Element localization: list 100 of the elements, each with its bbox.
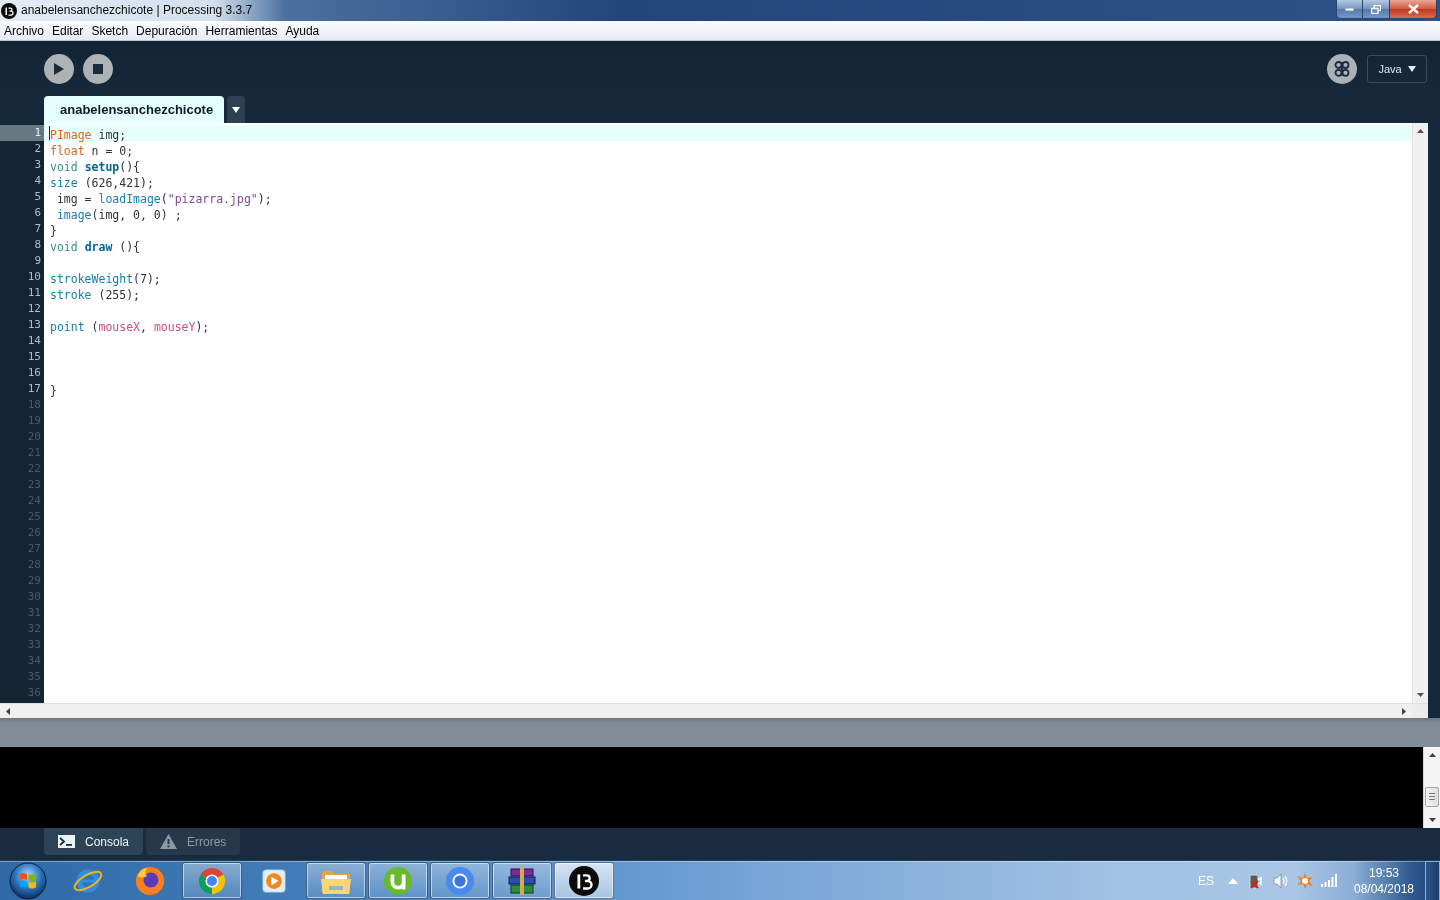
text-cursor-icon bbox=[49, 126, 50, 140]
scrollbar-corner bbox=[1412, 703, 1428, 718]
vertical-scrollbar[interactable] bbox=[1412, 123, 1428, 703]
clock-date: 08/04/2018 bbox=[1353, 881, 1415, 896]
sketch-tab[interactable]: anabelensanchezchicote bbox=[44, 96, 224, 123]
terminal-icon bbox=[58, 835, 75, 848]
line-number: 3 bbox=[33, 157, 42, 173]
show-desktop-button[interactable] bbox=[1425, 860, 1440, 900]
line-number: 36 bbox=[26, 685, 42, 701]
line-number: 26 bbox=[26, 525, 42, 541]
ring-circle-icon bbox=[445, 865, 475, 896]
line-number: 5 bbox=[33, 189, 42, 205]
arrow-up-icon[interactable] bbox=[1428, 753, 1436, 757]
code-line: image(img, 0, 0) ; bbox=[55, 207, 182, 223]
round-emblem-icon bbox=[569, 865, 599, 896]
line-number: 13 bbox=[26, 317, 42, 333]
line-number: 15 bbox=[26, 349, 42, 365]
line-number: 14 bbox=[26, 333, 42, 349]
line-number: 24 bbox=[26, 493, 42, 509]
line-number: 8 bbox=[33, 237, 42, 253]
line-number: 29 bbox=[26, 573, 42, 589]
code-line: void setup(){ bbox=[50, 159, 141, 175]
taskbar-button[interactable] bbox=[368, 862, 428, 899]
menu-item[interactable]: Herramientas bbox=[201, 21, 282, 40]
line-number: 30 bbox=[26, 589, 42, 605]
round-emblem-icon bbox=[1, 2, 17, 19]
menu-item[interactable]: Archivo bbox=[0, 21, 48, 40]
clock-time: 19:53 bbox=[1369, 865, 1399, 880]
menu-item[interactable]: Ayuda bbox=[281, 21, 324, 40]
line-number: 34 bbox=[26, 653, 42, 669]
tab-menu-button[interactable] bbox=[227, 96, 245, 123]
taskbar-button[interactable] bbox=[554, 862, 614, 899]
line-number: 9 bbox=[33, 253, 42, 269]
line-number: 23 bbox=[26, 477, 42, 493]
line-number: 18 bbox=[26, 397, 42, 413]
line-number: 7 bbox=[33, 221, 42, 237]
mode-selector[interactable]: Java bbox=[1367, 54, 1427, 83]
restore-icon bbox=[1371, 4, 1381, 14]
start-orb-icon bbox=[9, 861, 47, 900]
line-number: 33 bbox=[26, 637, 42, 653]
line-number: 22 bbox=[26, 461, 42, 477]
window-title: anabelensanchezchicote | Processing 3.3.7 bbox=[21, 2, 253, 19]
caret-down-icon bbox=[232, 106, 240, 113]
butterfly-icon bbox=[1334, 60, 1350, 77]
line-number: 27 bbox=[26, 541, 42, 557]
line-number: 10 bbox=[26, 269, 42, 285]
flame-globe-icon bbox=[135, 865, 165, 896]
stop-icon bbox=[93, 63, 103, 74]
line-number: 17 bbox=[26, 381, 42, 397]
taskbar-button[interactable] bbox=[306, 862, 366, 899]
arrow-down-icon[interactable] bbox=[1417, 693, 1424, 697]
line-number: 2 bbox=[33, 141, 42, 157]
horizontal-scrollbar[interactable] bbox=[0, 703, 1412, 718]
play-tile-icon bbox=[260, 866, 288, 895]
line-number: 4 bbox=[33, 173, 42, 189]
line-number: 35 bbox=[26, 669, 42, 685]
menu-item[interactable]: Depuración bbox=[132, 21, 202, 40]
line-number: 28 bbox=[26, 557, 42, 573]
code-line: } bbox=[50, 383, 57, 399]
run-button[interactable] bbox=[44, 53, 74, 84]
arrow-up-icon[interactable] bbox=[1417, 129, 1424, 133]
line-number: 11 bbox=[26, 285, 42, 301]
arrow-down-icon[interactable] bbox=[1428, 818, 1436, 822]
debug-button[interactable] bbox=[1327, 53, 1357, 84]
code-line: stroke (255); bbox=[50, 287, 140, 303]
vertical-scrollbar[interactable] bbox=[1423, 747, 1440, 828]
splat-icon[interactable] bbox=[1297, 872, 1313, 889]
arrow-right-icon[interactable] bbox=[1402, 707, 1406, 715]
code-line: strokeWeight(7); bbox=[50, 271, 161, 287]
stop-button[interactable] bbox=[83, 53, 113, 84]
line-number: 20 bbox=[26, 429, 42, 445]
taskbar-button[interactable] bbox=[492, 862, 552, 899]
segmented-circle-icon bbox=[197, 865, 227, 896]
line-number: 19 bbox=[26, 413, 42, 429]
play-icon bbox=[54, 62, 64, 75]
caret-down-icon bbox=[1407, 65, 1416, 72]
console-tab[interactable]: Errores bbox=[146, 828, 240, 855]
code-line: size (626,421); bbox=[50, 175, 154, 191]
restore-button[interactable] bbox=[1363, 0, 1390, 19]
line-number: 25 bbox=[26, 509, 42, 525]
menu-item[interactable]: Sketch bbox=[87, 21, 133, 40]
warning-icon bbox=[160, 834, 177, 849]
scroll-thumb[interactable] bbox=[1425, 786, 1439, 807]
code-line: void draw (){ bbox=[50, 239, 141, 255]
close-icon bbox=[1407, 4, 1419, 14]
taskbar-button[interactable] bbox=[430, 862, 490, 899]
line-number: 21 bbox=[26, 445, 42, 461]
stacked-books-icon bbox=[506, 865, 538, 896]
power-plug-icon[interactable] bbox=[1248, 872, 1264, 889]
menu-item[interactable]: Editar bbox=[48, 21, 88, 40]
line-number: 1 bbox=[0, 125, 44, 141]
hook-circle-icon bbox=[383, 865, 413, 896]
minimize-button[interactable] bbox=[1336, 0, 1363, 19]
line-number: 12 bbox=[26, 301, 42, 317]
code-line: PImage img; bbox=[50, 127, 127, 143]
console-tab[interactable]: Consola bbox=[44, 828, 143, 855]
arrow-left-icon[interactable] bbox=[6, 707, 10, 715]
code-line: } bbox=[50, 223, 57, 239]
close-button[interactable] bbox=[1390, 0, 1437, 19]
line-number: 32 bbox=[26, 621, 42, 637]
